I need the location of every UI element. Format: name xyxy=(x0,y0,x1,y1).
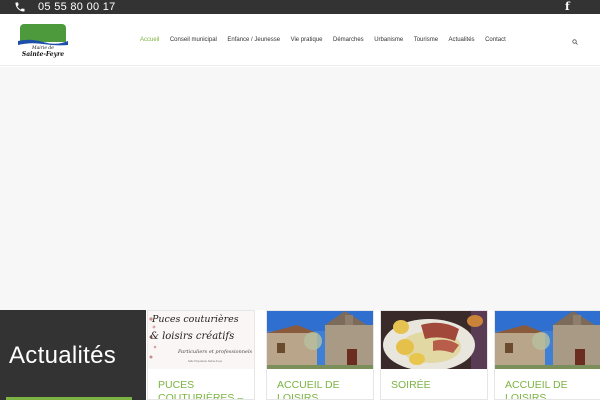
news-card-image[interactable] xyxy=(495,311,600,369)
nav-item-urbanisme[interactable]: Urbanisme xyxy=(374,37,403,43)
food-photo xyxy=(381,311,487,369)
nav-item-vie-pratique[interactable]: Vie pratique xyxy=(291,37,323,43)
top-bar: 05 55 80 00 17 f xyxy=(0,0,600,14)
news-card[interactable]: ACCUEIL DE LOISIRS xyxy=(266,310,374,400)
nav-item-enfance-jeunesse[interactable]: Enfance / Jeunesse xyxy=(227,37,280,43)
nav-item-actualites[interactable]: Actualités xyxy=(449,37,475,43)
nav-item-tourisme[interactable]: Tourisme xyxy=(414,37,438,43)
poster-subtitle: Particuliers et professionnels xyxy=(178,349,253,355)
poster-image: Puces couturières & loisirs créatifs Par… xyxy=(148,311,254,369)
poster-title-line-1: Puces couturières xyxy=(152,314,239,325)
poster-title-line-2: & loisirs créatifs xyxy=(150,331,235,342)
news-card-title[interactable]: ACCUEIL DE LOISIRS xyxy=(277,379,369,399)
site-header: Mairie de Sainte-Feyre Accueil Conseil m… xyxy=(0,14,600,66)
phone-icon xyxy=(15,2,25,12)
news-card[interactable]: SOIRÉE xyxy=(380,310,488,400)
main-nav: Accueil Conseil municipal Enfance / Jeun… xyxy=(140,14,516,66)
news-card-title[interactable]: ACCUEIL DE LOISIRS xyxy=(505,379,597,399)
hero-slider xyxy=(0,67,600,310)
nav-item-demarches[interactable]: Démarches xyxy=(333,37,364,43)
logo-line-2: Sainte-Feyre xyxy=(21,50,65,58)
news-card-image[interactable] xyxy=(267,311,373,369)
news-card[interactable]: ACCUEIL DE LOISIRS xyxy=(494,310,600,400)
nav-item-conseil-municipal[interactable]: Conseil municipal xyxy=(170,37,217,43)
news-section-title: Actualités xyxy=(9,342,117,369)
news-card-image[interactable]: Puces couturières & loisirs créatifs Par… xyxy=(148,311,254,369)
logo-text: Mairie de Sainte-Feyre xyxy=(18,46,68,57)
nav-item-accueil[interactable]: Accueil xyxy=(140,37,159,43)
news-card-title[interactable]: SOIRÉE xyxy=(391,379,483,392)
site-logo[interactable]: Mairie de Sainte-Feyre xyxy=(18,24,68,64)
news-section-header: Actualités xyxy=(0,310,146,400)
news-card-title[interactable]: PUCES COUTURIÈRES – xyxy=(158,379,250,399)
news-card[interactable]: Puces couturières & loisirs créatifs Par… xyxy=(147,310,255,400)
nav-item-contact[interactable]: Contact xyxy=(485,37,506,43)
search-icon[interactable] xyxy=(572,39,578,45)
phone-number[interactable]: 05 55 80 00 17 xyxy=(38,0,116,14)
logo-river-shape xyxy=(18,39,68,46)
news-card-image[interactable] xyxy=(381,311,487,369)
church-photo xyxy=(495,311,600,369)
poster-footnote: Salle Polyvalente Sainte-Feyre xyxy=(188,360,223,363)
facebook-icon[interactable]: f xyxy=(565,0,570,14)
church-photo xyxy=(267,311,373,369)
